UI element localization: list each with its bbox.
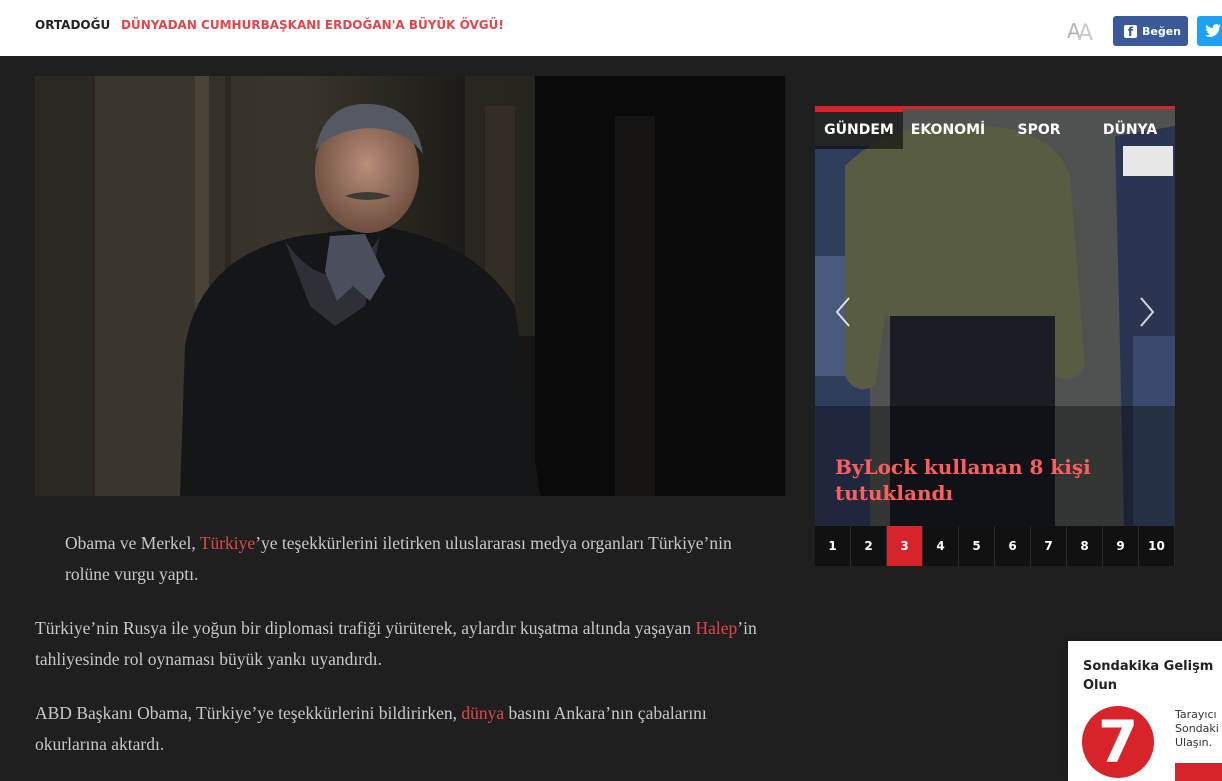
svg-text:A: A <box>1078 21 1093 42</box>
twitter-button[interactable] <box>1197 16 1222 46</box>
popup-allow-button[interactable] <box>1175 763 1222 781</box>
page-button[interactable]: 1 <box>815 526 851 566</box>
page-button[interactable]: 2 <box>851 526 887 566</box>
paragraph-text: Türkiye’nin Rusya ile yoğun bir diplomas… <box>35 618 696 638</box>
page-button[interactable]: 8 <box>1067 526 1103 566</box>
chevron-left-icon[interactable] <box>833 296 853 333</box>
lead-text: Obama ve Merkel, <box>65 533 200 553</box>
popup-text: Tarayıcı Sondaki Ulaşın. <box>1175 708 1219 750</box>
tab-ekonomi[interactable]: EKONOMİ <box>903 109 993 149</box>
page-button[interactable]: 5 <box>959 526 995 566</box>
popup-title-line2: Olun <box>1083 678 1118 693</box>
chevron-right-icon[interactable] <box>1137 296 1157 333</box>
page-button-active[interactable]: 3 <box>887 526 923 566</box>
slider-pagination: 1 2 3 4 5 6 7 8 9 10 <box>815 526 1175 566</box>
font-size-icon[interactable]: A A <box>1066 16 1096 46</box>
tab-spor[interactable]: SPOR <box>993 109 1085 149</box>
twitter-icon <box>1205 24 1221 37</box>
turkiye-link[interactable]: Türkiye <box>200 533 255 553</box>
headline-link[interactable]: DÜNYADAN CUMHURBAŞKANI ERDOĞAN'A BÜYÜK Ö… <box>121 18 504 32</box>
dunya-link[interactable]: dünya <box>461 703 504 723</box>
notification-popup: Sondakika Gelişm Olun 7 Tarayıcı Sondaki… <box>1068 641 1222 781</box>
article-lead: Obama ve Merkel, Türkiye’ye teşekkürleri… <box>65 528 765 590</box>
category-link[interactable]: ORTADOĞU <box>35 18 110 32</box>
article-hero-image <box>35 76 785 496</box>
tab-dunya[interactable]: DÜNYA <box>1085 109 1175 149</box>
popup-text-line1: Tarayıcı <box>1175 708 1217 721</box>
news-slider: GÜNDEM EKONOMİ SPOR DÜNYA ByLock kullana… <box>815 106 1175 566</box>
popup-text-line3: Ulaşın. <box>1175 736 1213 749</box>
popup-text-line2: Sondaki <box>1175 722 1219 735</box>
page-button[interactable]: 4 <box>923 526 959 566</box>
article-paragraph: Türkiye’nin Rusya ile yoğun bir diplomas… <box>35 613 775 675</box>
popup-title-line1: Sondakika Gelişm <box>1083 659 1214 674</box>
page-button[interactable]: 6 <box>995 526 1031 566</box>
slider-tabs: GÜNDEM EKONOMİ SPOR DÜNYA <box>815 109 1175 149</box>
paragraph-text: ABD Başkanı Obama, Türkiye’ye teşekkürle… <box>35 703 462 723</box>
site-logo: 7 <box>1082 706 1154 778</box>
halep-link[interactable]: Halep <box>695 618 737 638</box>
page-button[interactable]: 7 <box>1031 526 1067 566</box>
slide-title[interactable]: ByLock kullanan 8 kişi tutuklandı <box>835 454 1155 506</box>
tab-gundem[interactable]: GÜNDEM <box>815 109 903 149</box>
page-button[interactable]: 10 <box>1139 526 1175 566</box>
facebook-like-button[interactable]: f Beğen <box>1113 16 1188 46</box>
facebook-like-label: Beğen <box>1142 24 1182 38</box>
facebook-icon: f <box>1124 24 1137 39</box>
page-button[interactable]: 9 <box>1103 526 1139 566</box>
popup-title: Sondakika Gelişm Olun <box>1083 657 1222 695</box>
top-bar: ORTADOĞU DÜNYADAN CUMHURBAŞKANI ERDOĞAN'… <box>0 0 1222 56</box>
article-paragraph: ABD Başkanı Obama, Türkiye’ye teşekkürle… <box>35 698 775 760</box>
